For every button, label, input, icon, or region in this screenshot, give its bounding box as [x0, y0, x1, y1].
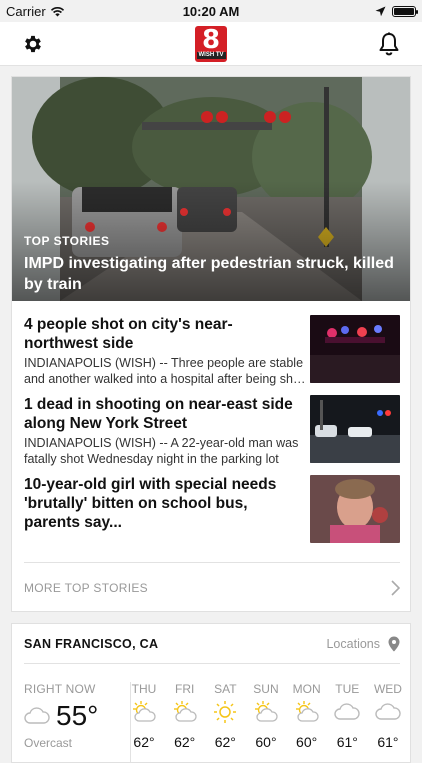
forecast-day-name: MON	[292, 682, 321, 696]
cloudy-icon	[334, 700, 360, 724]
forecast-day: SAT 62°	[205, 682, 245, 750]
story-description: INDIANAPOLIS (WISH) -- A 22-year-old man…	[24, 436, 299, 466]
location-arrow-icon	[375, 6, 386, 16]
chevron-right-icon	[391, 579, 400, 596]
story-text: 10-year-old girl with special needs 'bru…	[24, 475, 306, 545]
battery-icon	[392, 5, 418, 17]
locations-label: Locations	[326, 636, 380, 651]
current-temp: 55°	[56, 700, 99, 731]
more-label: MORE TOP STORIES	[24, 580, 148, 595]
forecast-day-temp: 62°	[214, 734, 236, 750]
forecast-day-name: SAT	[214, 682, 237, 696]
partly-sunny-icon	[172, 700, 198, 724]
forecast-day-temp: 62°	[174, 734, 196, 750]
forecast-day: FRI 62°	[165, 682, 205, 750]
gear-icon	[25, 35, 41, 52]
story-text: 1 dead in shooting on near-east side alo…	[24, 395, 306, 466]
forecast-day-name: TUE	[335, 682, 360, 696]
story-title: 4 people shot on city's near-northwest s…	[24, 316, 233, 352]
forecast-list: THU 62° FRI 62° SAT 62° SUN 60° MON 60° TUE 61° WED 6…	[124, 682, 408, 750]
current-condition: Overcast	[24, 736, 73, 750]
bell-icon	[379, 32, 399, 55]
cloudy-icon	[375, 700, 401, 724]
top-stories-card: TOP STORIES IMPD investigating after ped…	[11, 76, 411, 612]
forecast-day-name: SUN	[253, 682, 279, 696]
story-thumbnail	[310, 395, 400, 463]
forecast-day-temp: 61°	[336, 734, 358, 750]
current-temp-row: 55°	[24, 700, 120, 732]
right-now-label: RIGHT NOW	[24, 682, 96, 696]
story-description: INDIANAPOLIS (WISH) -- Three people are …	[24, 356, 304, 386]
status-right	[375, 5, 418, 17]
forecast-day: SUN 60°	[246, 682, 286, 750]
hero-story[interactable]: TOP STORIES IMPD investigating after ped…	[12, 77, 410, 301]
story-item[interactable]: 1 dead in shooting on near-east side alo…	[24, 395, 400, 466]
logo-text: WISH TV	[196, 52, 226, 59]
forecast-day-name: THU	[131, 682, 157, 696]
settings-button[interactable]	[18, 29, 48, 59]
forecast-day-temp: 60°	[255, 734, 277, 750]
story-item[interactable]: 10-year-old girl with special needs 'bru…	[24, 475, 400, 545]
current-weather: RIGHT NOW 55° Overcast	[24, 682, 120, 750]
locations-button[interactable]: Locations	[326, 636, 400, 652]
story-title: 10-year-old girl with special needs 'bru…	[24, 476, 277, 531]
hero-title: IMPD investigating after pedestrian stru…	[24, 255, 394, 293]
forecast-day: WED 61°	[368, 682, 408, 750]
forecast-day-temp: 62°	[133, 734, 155, 750]
story-thumbnail	[310, 315, 400, 383]
forecast-day-name: WED	[373, 682, 402, 696]
sunny-icon	[212, 700, 238, 724]
nav-bar: 8 WISH TV	[0, 22, 422, 66]
wish-tv-logo[interactable]: 8 WISH TV	[195, 25, 227, 62]
carrier-label: Carrier	[6, 3, 46, 19]
partly-sunny-icon	[131, 700, 157, 724]
forecast-day: THU 62°	[124, 682, 164, 750]
more-top-stories-link[interactable]: MORE TOP STORIES	[24, 562, 400, 612]
weather-card: SAN FRANCISCO, CA Locations RIGHT NOW 55…	[11, 623, 411, 763]
story-text: 4 people shot on city's near-northwest s…	[24, 315, 306, 386]
hero-kicker: TOP STORIES	[24, 234, 110, 248]
wifi-icon	[50, 6, 64, 16]
weather-header: SAN FRANCISCO, CA Locations	[24, 624, 400, 664]
story-item[interactable]: 4 people shot on city's near-northwest s…	[24, 315, 400, 386]
story-thumbnail	[310, 475, 400, 543]
partly-sunny-icon	[294, 700, 320, 724]
location-pin-icon	[388, 636, 400, 651]
status-bar: Carrier 10:20 AM	[0, 0, 422, 22]
forecast-day-temp: 61°	[377, 734, 399, 750]
forecast-day: MON 60°	[287, 682, 327, 750]
forecast-day: TUE 61°	[327, 682, 367, 750]
weather-city: SAN FRANCISCO, CA	[24, 636, 159, 651]
story-title: 1 dead in shooting on near-east side alo…	[24, 396, 293, 432]
partly-sunny-icon	[253, 700, 279, 724]
notifications-button[interactable]	[374, 29, 404, 59]
logo-number: 8	[201, 25, 221, 55]
cloud-icon	[24, 707, 50, 724]
carrier-group: Carrier	[6, 4, 65, 19]
forecast-day-temp: 60°	[296, 734, 318, 750]
forecast-day-name: FRI	[174, 682, 195, 696]
